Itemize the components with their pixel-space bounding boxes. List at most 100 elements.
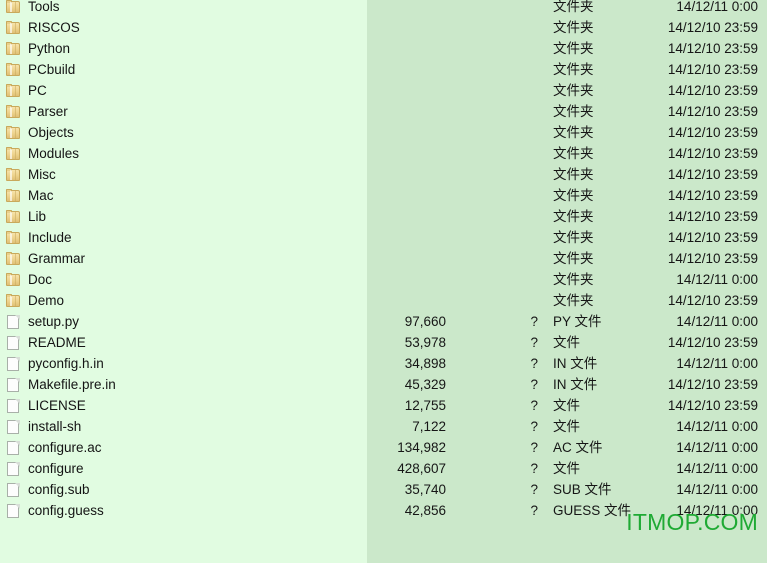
file-row[interactable]: Include 文件夹 14/12/10 23:59 [0, 227, 767, 248]
file-size-cell: 53,978 [404, 335, 446, 350]
file-name-cell[interactable]: Lib [6, 206, 346, 227]
file-row[interactable]: Parser 文件夹 14/12/10 23:59 [0, 101, 767, 122]
file-name-cell[interactable]: install-sh [6, 416, 346, 437]
file-row[interactable]: pyconfig.h.in 34,898? IN 文件 14/12/11 0:00 [0, 353, 767, 374]
file-row[interactable]: Makefile.pre.in 45,329? IN 文件 14/12/10 23:5… [0, 374, 767, 395]
file-date-cell: 14/12/10 23:59 [667, 188, 758, 203]
file-icon [6, 398, 21, 413]
file-row[interactable]: setup.py 97,660? PY 文件 14/12/11 0:00 [0, 311, 767, 332]
file-date-cell: 14/12/10 23:59 [667, 293, 758, 308]
file-name-label: Mac [28, 188, 54, 203]
file-name-label: install-sh [28, 419, 82, 434]
file-size-cell: 428,607 [397, 461, 446, 476]
folder-icon [6, 230, 21, 245]
file-name-cell[interactable]: Include [6, 227, 346, 248]
file-row[interactable]: LICENSE 12,755? 文件 14/12/10 23:59 [0, 395, 767, 416]
file-name-cell[interactable]: Parser [6, 101, 346, 122]
file-date-cell: 14/12/10 23:59 [667, 41, 758, 56]
file-attr-cell: ? [530, 398, 538, 413]
file-list[interactable]: Tools 文件夹 14/12/11 0:00 RISCOS 文件夹 14/12/10 2… [0, 0, 767, 521]
file-name-label: Makefile.pre.in [28, 377, 116, 392]
folder-icon [6, 0, 21, 14]
file-row[interactable]: Modules 文件夹 14/12/10 23:59 [0, 143, 767, 164]
file-row[interactable]: install-sh 7,122? 文件 14/12/11 0:00 [0, 416, 767, 437]
file-row[interactable]: PCbuild 文件夹 14/12/10 23:59 [0, 59, 767, 80]
folder-icon [6, 125, 21, 140]
file-row[interactable]: Demo 文件夹 14/12/10 23:59 [0, 290, 767, 311]
file-icon [6, 440, 21, 455]
file-name-label: Lib [28, 209, 47, 224]
file-name-cell[interactable]: configure [6, 458, 346, 479]
file-date-cell: 14/12/10 23:59 [667, 251, 758, 266]
file-date-cell: 14/12/11 0:00 [676, 272, 758, 287]
file-name-cell[interactable]: Makefile.pre.in [6, 374, 346, 395]
file-row[interactable]: configure 428,607? 文件 14/12/11 0:00 [0, 458, 767, 479]
file-name-label: PC [28, 83, 47, 98]
file-name-cell[interactable]: Objects [6, 122, 346, 143]
file-date-cell: 14/12/10 23:59 [667, 335, 758, 350]
file-size-cell: 7,122 [412, 419, 446, 434]
file-attr-cell: ? [530, 356, 538, 371]
file-name-cell[interactable]: Misc [6, 164, 346, 185]
file-name-label: Doc [28, 272, 53, 287]
folder-icon [6, 104, 21, 119]
file-name-cell[interactable]: LICENSE [6, 395, 346, 416]
file-date-cell: 14/12/10 23:59 [667, 230, 758, 245]
file-name-cell[interactable]: setup.py [6, 311, 346, 332]
file-name-cell[interactable]: config.guess [6, 500, 346, 521]
folder-icon [6, 293, 21, 308]
file-name-label: Grammar [28, 251, 85, 266]
file-name-cell[interactable]: Demo [6, 290, 346, 311]
file-row[interactable]: Tools 文件夹 14/12/11 0:00 [0, 0, 767, 17]
file-name-cell[interactable]: RISCOS [6, 17, 346, 38]
file-name-cell[interactable]: config.sub [6, 479, 346, 500]
file-date-cell: 14/12/10 23:59 [667, 167, 758, 182]
file-name-label: LICENSE [28, 398, 86, 413]
file-row[interactable]: Doc 文件夹 14/12/11 0:00 [0, 269, 767, 290]
file-date-cell: 14/12/10 23:59 [667, 125, 758, 140]
file-name-cell[interactable]: README [6, 332, 346, 353]
file-date-cell: 14/12/11 0:00 [676, 314, 758, 329]
file-name-cell[interactable]: Mac [6, 185, 346, 206]
file-name-label: README [28, 335, 86, 350]
file-size-cell: 35,740 [404, 482, 446, 497]
file-name-label: config.guess [28, 503, 104, 518]
file-row[interactable]: RISCOS 文件夹 14/12/10 23:59 [0, 17, 767, 38]
file-name-label: Include [28, 230, 72, 245]
file-row[interactable]: PC 文件夹 14/12/10 23:59 [0, 80, 767, 101]
file-size-cell: 42,856 [404, 503, 446, 518]
file-attr-cell: ? [530, 503, 538, 518]
file-name-label: Demo [28, 293, 65, 308]
file-name-cell[interactable]: PCbuild [6, 59, 346, 80]
file-name-cell[interactable]: pyconfig.h.in [6, 353, 346, 374]
file-date-cell: 14/12/10 23:59 [667, 104, 758, 119]
file-date-cell: 14/12/10 23:59 [667, 377, 758, 392]
file-size-cell: 134,982 [397, 440, 446, 455]
file-row[interactable]: README 53,978? 文件 14/12/10 23:59 [0, 332, 767, 353]
file-attr-cell: ? [530, 440, 538, 455]
file-row[interactable]: Mac 文件夹 14/12/10 23:59 [0, 185, 767, 206]
file-name-cell[interactable]: PC [6, 80, 346, 101]
file-icon [6, 503, 21, 518]
file-date-cell: 14/12/11 0:00 [676, 356, 758, 371]
file-name-cell[interactable]: configure.ac [6, 437, 346, 458]
file-icon [6, 314, 21, 329]
file-row[interactable]: Misc 文件夹 14/12/10 23:59 [0, 164, 767, 185]
file-name-cell[interactable]: Python [6, 38, 346, 59]
file-row[interactable]: Grammar 文件夹 14/12/10 23:59 [0, 248, 767, 269]
file-row[interactable]: Lib 文件夹 14/12/10 23:59 [0, 206, 767, 227]
file-date-cell: 14/12/10 23:59 [667, 83, 758, 98]
file-name-label: Tools [28, 0, 60, 14]
file-row[interactable]: Python 文件夹 14/12/10 23:59 [0, 38, 767, 59]
file-name-cell[interactable]: Tools [6, 0, 346, 17]
file-name-cell[interactable]: Doc [6, 269, 346, 290]
file-row[interactable]: config.sub 35,740? SUB 文件 14/12/11 0:00 [0, 479, 767, 500]
file-name-cell[interactable]: Grammar [6, 248, 346, 269]
file-name-label: configure.ac [28, 440, 102, 455]
file-icon [6, 335, 21, 350]
file-attr-cell: ? [530, 377, 538, 392]
file-name-cell[interactable]: Modules [6, 143, 346, 164]
watermark-itmop: ITMOP.COM [626, 509, 758, 535]
file-row[interactable]: configure.ac 134,982? AC 文件 14/12/11 0:00 [0, 437, 767, 458]
file-row[interactable]: Objects 文件夹 14/12/10 23:59 [0, 122, 767, 143]
